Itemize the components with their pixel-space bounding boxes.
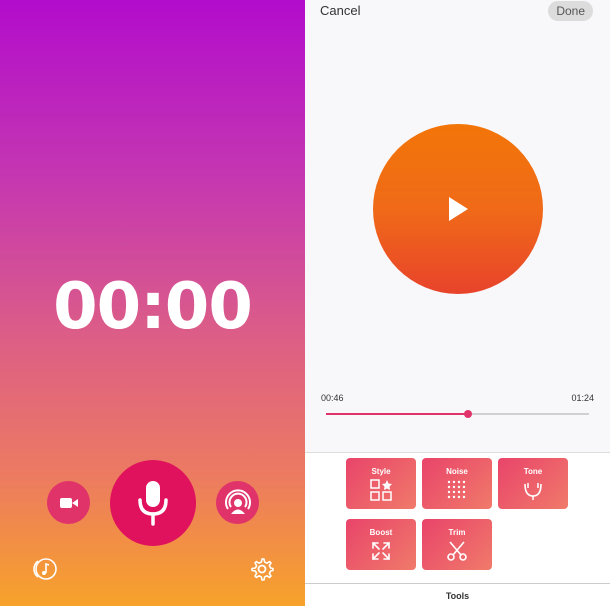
- recording-timer: 00:00: [53, 270, 253, 344]
- play-icon: [449, 197, 468, 221]
- style-grid-icon: [370, 479, 392, 501]
- video-camera-icon: [59, 497, 78, 508]
- tab-tools[interactable]: Tools: [305, 591, 610, 601]
- tool-noise-button[interactable]: Noise: [422, 458, 492, 509]
- progress-fill: [326, 413, 469, 415]
- tool-label: Tone: [523, 467, 543, 476]
- podcast-icon: [224, 488, 251, 514]
- tool-label: Noise: [446, 467, 468, 476]
- progress-slider[interactable]: [326, 410, 589, 418]
- tone-icon: [524, 483, 542, 500]
- gear-icon[interactable]: [249, 556, 275, 582]
- tool-trim-button[interactable]: Trim: [422, 519, 492, 570]
- tool-tone-button[interactable]: Tone: [498, 458, 568, 509]
- record-button[interactable]: [110, 460, 196, 546]
- play-button[interactable]: [373, 124, 543, 294]
- bottom-tab-bar: Tools: [305, 583, 610, 607]
- current-time: 00:46: [321, 393, 344, 403]
- cancel-button[interactable]: Cancel: [320, 3, 360, 18]
- editor-screen: Cancel Done 00:46 01:24 Style Noise Tone…: [305, 0, 610, 607]
- noise-dots-icon: [447, 480, 466, 499]
- tool-label: Trim: [448, 528, 466, 537]
- video-button[interactable]: [47, 481, 90, 524]
- done-button[interactable]: Done: [548, 1, 593, 21]
- tools-panel: Style Noise Tone Boost Trim: [305, 452, 610, 584]
- progress-thumb[interactable]: [464, 410, 473, 418]
- expand-arrows-icon: [372, 542, 390, 560]
- total-time: 01:24: [571, 393, 594, 403]
- tool-style-button[interactable]: Style: [346, 458, 416, 509]
- tool-boost-button[interactable]: Boost: [346, 519, 416, 570]
- tool-label: Boost: [369, 528, 393, 537]
- podcast-button[interactable]: [216, 481, 259, 524]
- tool-label: Style: [371, 467, 391, 476]
- recorder-screen: 00:00: [0, 0, 305, 606]
- scissors-icon: [447, 541, 467, 561]
- microphone-icon: [138, 481, 168, 526]
- music-note-icon[interactable]: [32, 556, 58, 582]
